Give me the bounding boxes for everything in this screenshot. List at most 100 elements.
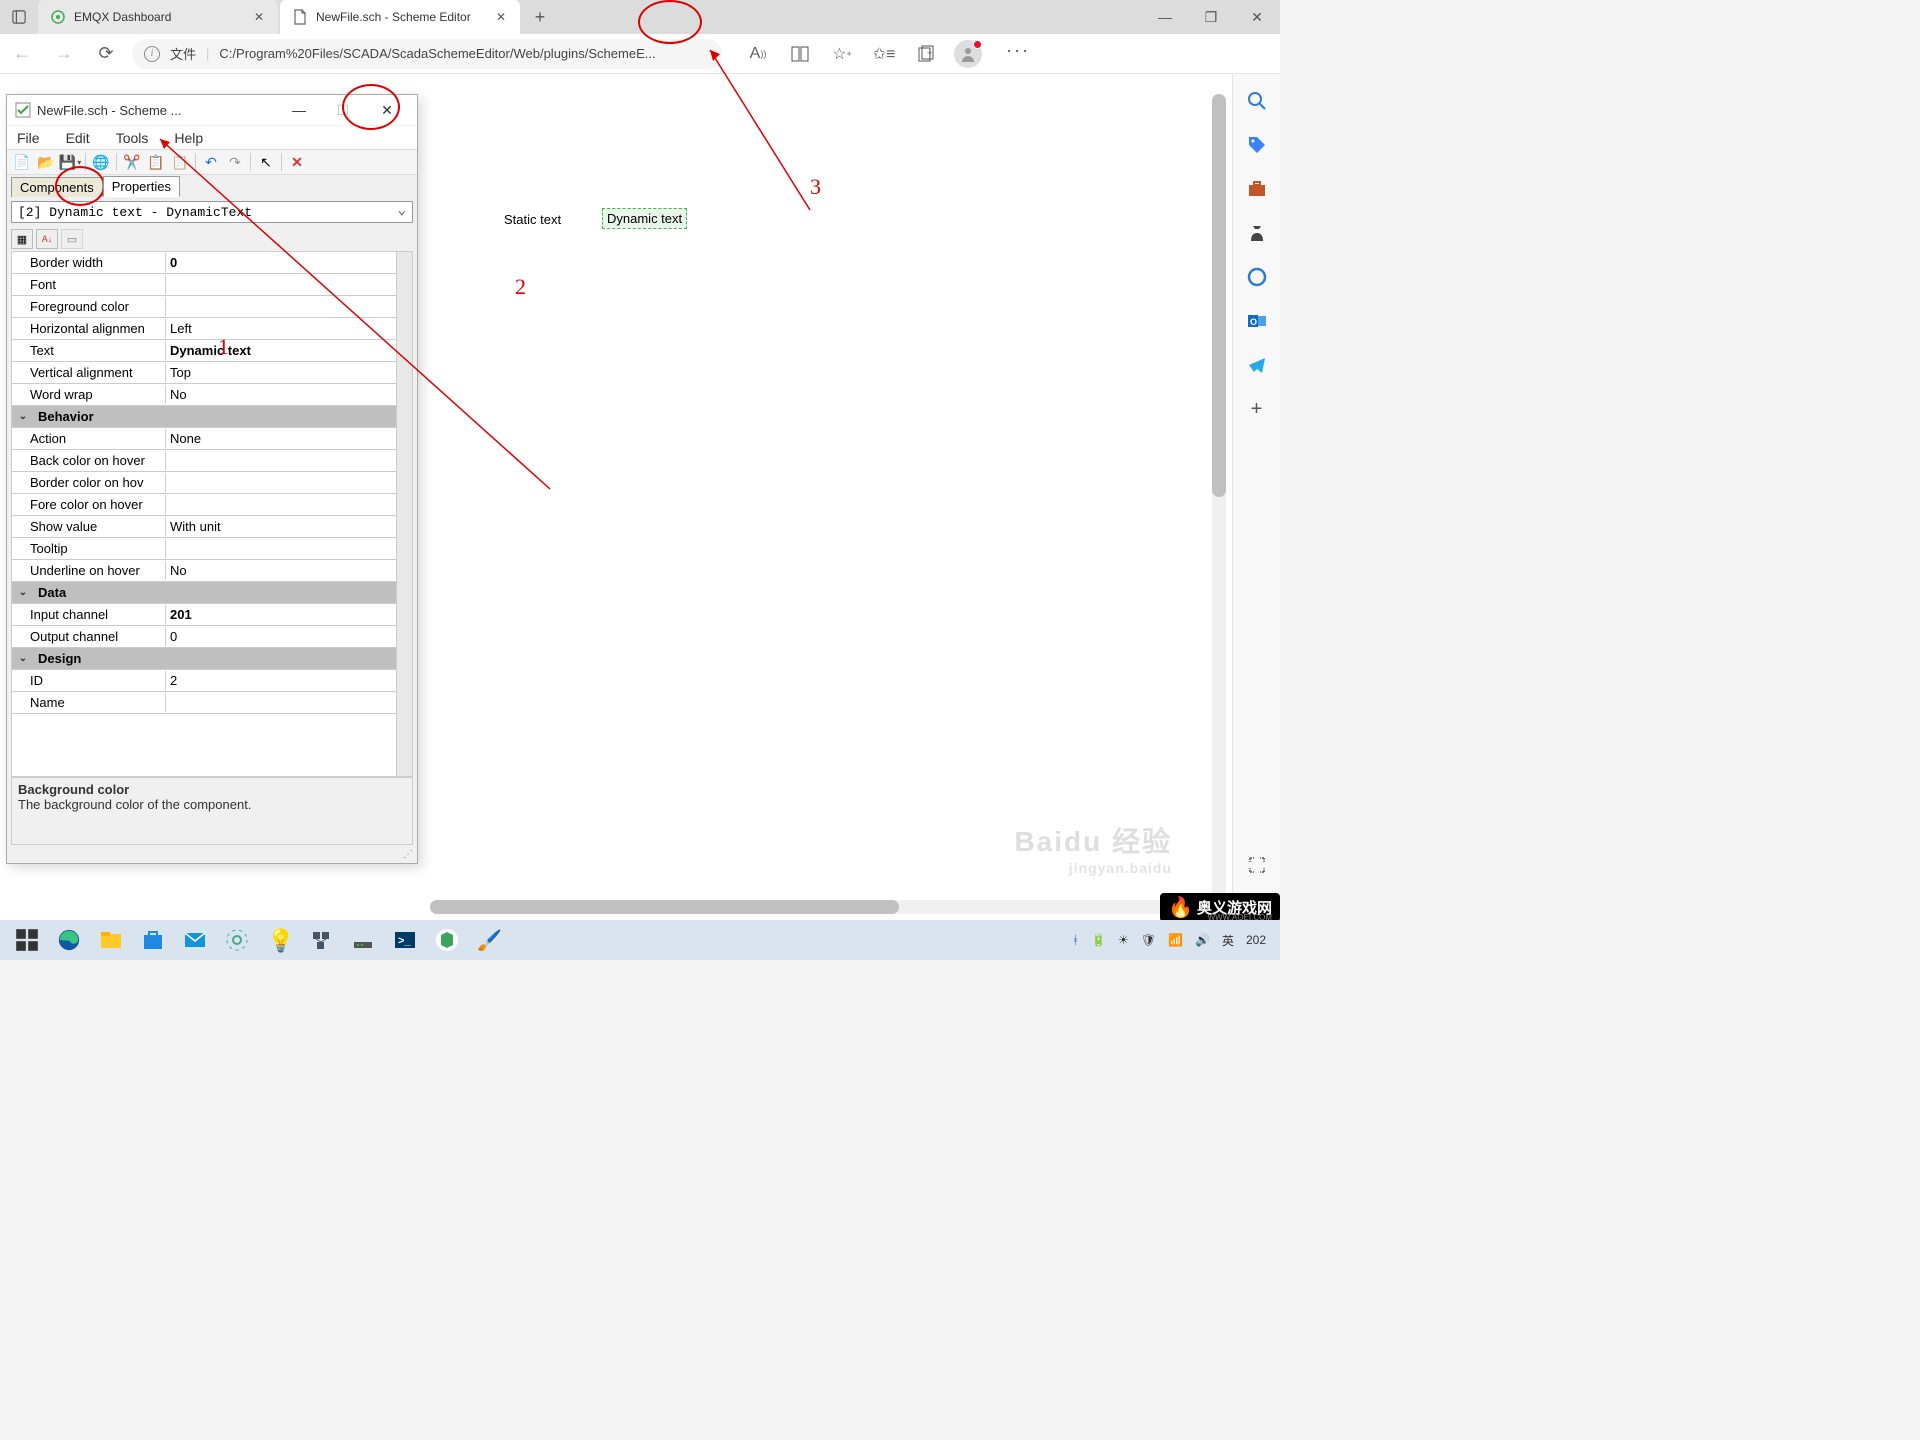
globe-icon[interactable]: 🌐 xyxy=(90,151,112,173)
expand-icon[interactable]: ⌄ xyxy=(12,411,34,422)
property-row[interactable]: Horizontal alignmenLeft xyxy=(12,318,396,340)
split-screen-icon[interactable] xyxy=(786,40,814,68)
property-value[interactable] xyxy=(166,305,396,309)
add-app-icon[interactable]: + xyxy=(1246,398,1268,420)
vertical-scrollbar[interactable] xyxy=(1212,94,1226,900)
battery-icon[interactable]: 🔋 xyxy=(1091,933,1106,947)
property-row[interactable]: Name xyxy=(12,692,396,714)
browser-tab-emqx[interactable]: EMQX Dashboard ✕ xyxy=(38,0,278,34)
property-category[interactable]: ⌄Design xyxy=(12,648,396,670)
telegram-icon[interactable] xyxy=(1246,354,1268,376)
canvas-dynamic-text[interactable]: Dynamic text xyxy=(602,208,687,229)
property-value[interactable]: With unit xyxy=(166,517,396,536)
undo-icon[interactable]: ↶ xyxy=(200,151,222,173)
property-value[interactable] xyxy=(166,459,396,463)
alphabetical-icon[interactable]: A↓ xyxy=(36,229,58,249)
property-value[interactable]: 201 xyxy=(166,605,396,624)
favorites-bar-icon[interactable]: ✩≡ xyxy=(870,40,898,68)
explorer-icon[interactable] xyxy=(90,920,132,960)
property-row[interactable]: ID2 xyxy=(12,670,396,692)
edge-icon[interactable] xyxy=(48,920,90,960)
new-tab-button[interactable]: + xyxy=(526,3,554,31)
app-maximize-button[interactable]: ☐ xyxy=(321,95,365,125)
property-value[interactable]: No xyxy=(166,561,396,580)
brightness-icon[interactable]: ☀ xyxy=(1118,933,1129,947)
window-maximize-button[interactable]: ❐ xyxy=(1188,0,1234,34)
redo-icon[interactable]: ↷ xyxy=(224,151,246,173)
shopping-tag-icon[interactable] xyxy=(1246,134,1268,156)
property-value[interactable]: Dynamic text xyxy=(166,341,396,360)
collections-icon[interactable]: + xyxy=(912,40,940,68)
property-row[interactable]: Border width0 xyxy=(12,252,396,274)
property-category[interactable]: ⌄Data xyxy=(12,582,396,604)
briefcase-icon[interactable] xyxy=(1246,178,1268,200)
close-icon[interactable]: ✕ xyxy=(248,6,270,28)
menu-file[interactable]: File xyxy=(13,128,44,148)
property-value[interactable]: Left xyxy=(166,319,396,338)
property-row[interactable]: Font xyxy=(12,274,396,296)
settings-app-icon[interactable] xyxy=(216,920,258,960)
property-row[interactable]: Show valueWith unit xyxy=(12,516,396,538)
start-button[interactable] xyxy=(6,920,48,960)
bluetooth-icon[interactable]: ᚼ xyxy=(1072,933,1079,947)
property-value[interactable]: 0 xyxy=(166,627,396,646)
copilot-icon[interactable] xyxy=(1246,266,1268,288)
clock-year[interactable]: 202 xyxy=(1246,933,1266,947)
property-row[interactable]: Input channel201 xyxy=(12,604,396,626)
property-row[interactable]: Word wrapNo xyxy=(12,384,396,406)
paste-icon[interactable]: 📋 xyxy=(169,151,191,173)
tab-overview-button[interactable] xyxy=(0,0,38,34)
window-minimize-button[interactable]: — xyxy=(1142,0,1188,34)
window-close-button[interactable]: ✕ xyxy=(1234,0,1280,34)
mail-icon[interactable] xyxy=(174,920,216,960)
cut-icon[interactable]: ✂️ xyxy=(121,151,143,173)
menu-help[interactable]: Help xyxy=(170,128,207,148)
property-row[interactable]: Fore color on hover xyxy=(12,494,396,516)
property-value[interactable] xyxy=(166,481,396,485)
menu-tools[interactable]: Tools xyxy=(112,128,153,148)
property-value[interactable]: No xyxy=(166,385,396,404)
app-close-button[interactable]: ✕ xyxy=(365,95,409,125)
property-value[interactable]: None xyxy=(166,429,396,448)
property-value[interactable] xyxy=(166,547,396,551)
address-field[interactable]: i 文件 | C:/Program%20Files/SCADA/ScadaSch… xyxy=(132,39,722,69)
property-row[interactable]: Foreground color xyxy=(12,296,396,318)
resize-grip[interactable]: ⋰ xyxy=(7,849,417,863)
system-tray[interactable]: ᚼ 🔋 ☀ 🛡 📶 🔊 英 202 xyxy=(1072,932,1274,949)
components-tab[interactable]: Components xyxy=(11,177,103,197)
property-row[interactable]: Border color on hov xyxy=(12,472,396,494)
delete-icon[interactable]: ✕ xyxy=(286,151,308,173)
favorite-icon[interactable]: ☆+ xyxy=(828,40,856,68)
security-icon[interactable]: 🛡 xyxy=(1141,933,1156,947)
browser-tab-scheme[interactable]: NewFile.sch - Scheme Editor ✕ xyxy=(280,0,520,34)
property-value[interactable] xyxy=(166,283,396,287)
site-info-icon[interactable]: i xyxy=(144,46,160,62)
screenshot-icon[interactable] xyxy=(1246,854,1268,876)
horizontal-scrollbar[interactable] xyxy=(430,900,1212,914)
wifi-icon[interactable]: 📶 xyxy=(1168,933,1183,947)
forward-button[interactable]: → xyxy=(48,38,80,70)
property-row[interactable]: Output channel0 xyxy=(12,626,396,648)
properties-grid[interactable]: Border width0FontForeground colorHorizon… xyxy=(12,252,396,776)
paint-icon[interactable]: 🖌️ xyxy=(468,920,510,960)
component-selector[interactable]: [2] Dynamic text - DynamicText xyxy=(11,201,413,223)
property-value[interactable]: 2 xyxy=(166,671,396,690)
network-tool-icon[interactable] xyxy=(300,920,342,960)
outlook-icon[interactable]: O xyxy=(1246,310,1268,332)
terminal-icon[interactable]: >_ xyxy=(384,920,426,960)
expand-icon[interactable]: ⌄ xyxy=(12,587,34,598)
app-titlebar[interactable]: NewFile.sch - Scheme ... — ☐ ✕ xyxy=(7,95,417,125)
property-category[interactable]: ⌄Behavior xyxy=(12,406,396,428)
canvas-static-text[interactable]: Static text xyxy=(500,210,565,229)
property-row[interactable]: Tooltip xyxy=(12,538,396,560)
expand-icon[interactable]: ⌄ xyxy=(12,653,34,664)
property-row[interactable]: TextDynamic text xyxy=(12,340,396,362)
search-icon[interactable] xyxy=(1246,90,1268,112)
more-menu-button[interactable]: ··· xyxy=(996,40,1040,68)
property-value[interactable]: Top xyxy=(166,363,396,382)
router-icon[interactable] xyxy=(342,920,384,960)
open-file-icon[interactable]: 📂 xyxy=(35,151,57,173)
save-icon[interactable]: 💾 xyxy=(59,151,81,173)
property-value[interactable] xyxy=(166,503,396,507)
vscode-icon[interactable] xyxy=(426,920,468,960)
